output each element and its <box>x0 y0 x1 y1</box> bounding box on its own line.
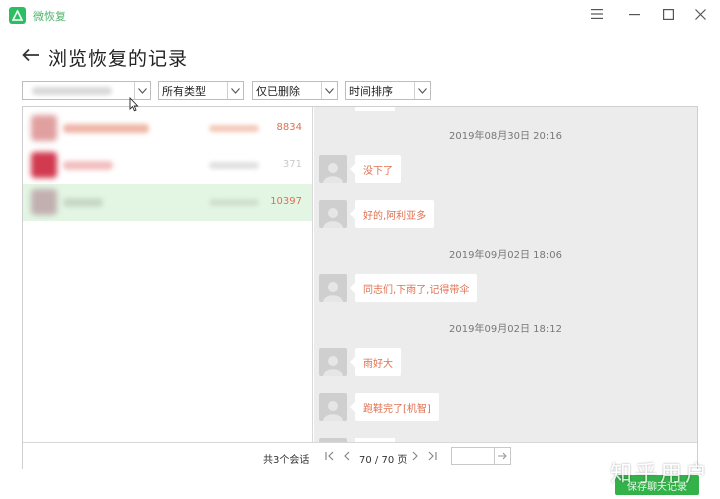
records-panel: 8834 371 10397 2019年08月30日 20:16 没下了 好的,… <box>22 106 698 469</box>
list-footer: 共3个会话 70 / 70 页 <box>23 442 697 469</box>
close-icon[interactable] <box>683 3 717 25</box>
back-button[interactable] <box>18 42 44 68</box>
avatar <box>319 274 347 302</box>
message-count: 371 <box>282 159 302 170</box>
message-timestamp: 2019年09月02日 18:06 <box>449 250 562 261</box>
conversation-item[interactable]: 8834 <box>23 110 312 147</box>
page-indicator: 70 / 70 页 <box>359 455 408 466</box>
go-arrow-icon[interactable] <box>495 447 511 465</box>
chevron-down-icon <box>321 82 337 99</box>
conversation-name <box>63 124 149 133</box>
prev-page-icon[interactable] <box>340 448 354 464</box>
conversation-total: 共3个会话 <box>263 455 310 466</box>
message-bubble: 好的,阿利亚多 <box>349 200 435 228</box>
conversation-name <box>63 198 103 207</box>
message-timestamp: 2019年08月30日 20:16 <box>449 131 562 142</box>
conversation-date <box>209 125 259 132</box>
conversation-item[interactable]: 10397 <box>23 184 312 221</box>
conversation-name <box>63 161 113 170</box>
hamburger-menu-icon[interactable] <box>580 3 614 25</box>
message-bubble-partial <box>355 107 395 111</box>
chat-history: 2019年08月30日 20:16 没下了 好的,阿利亚多 2019年09月02… <box>314 107 697 442</box>
sort-select-value: 时间排序 <box>349 84 393 98</box>
conversation-list: 8834 371 10397 <box>23 107 313 442</box>
message-bubble: 没下了 <box>350 155 401 183</box>
first-page-icon[interactable] <box>323 448 337 464</box>
conversation-date <box>209 199 259 206</box>
app-title: 微恢复 <box>33 10 66 23</box>
mouse-cursor-icon <box>129 97 139 112</box>
message-count: 10397 <box>270 196 302 207</box>
save-chat-button[interactable]: 保存聊天记录 <box>615 475 699 495</box>
next-page-icon[interactable] <box>408 448 422 464</box>
message-bubble: 跑鞋完了[机智] <box>350 393 439 421</box>
app-logo-icon <box>9 7 26 24</box>
chevron-down-icon <box>227 82 243 99</box>
deleted-filter-select[interactable]: 仅已删除 <box>252 81 338 100</box>
deleted-filter-value: 仅已删除 <box>256 84 300 98</box>
contact-select-value <box>32 86 112 95</box>
conversation-date <box>209 162 259 169</box>
arrow-left-icon <box>22 48 39 62</box>
minimize-icon[interactable] <box>617 3 651 25</box>
page-number-input[interactable] <box>451 447 495 465</box>
message-timestamp: 2019年09月02日 18:12 <box>449 324 562 335</box>
maximize-icon[interactable] <box>651 3 685 25</box>
avatar <box>319 393 347 421</box>
avatar <box>319 348 347 376</box>
avatar <box>31 189 57 215</box>
avatar <box>31 115 57 141</box>
message-count: 8834 <box>276 122 302 133</box>
avatar <box>319 200 347 228</box>
avatar <box>319 155 347 183</box>
type-select[interactable]: 所有类型 <box>158 81 244 100</box>
page-title: 浏览恢复的记录 <box>48 48 189 70</box>
avatar <box>31 152 57 178</box>
conversation-item[interactable]: 371 <box>23 147 312 184</box>
type-select-value: 所有类型 <box>162 84 206 98</box>
window-titlebar: 微恢复 <box>0 0 720 30</box>
message-bubble: 雨好大 <box>350 348 401 376</box>
sort-select[interactable]: 时间排序 <box>345 81 431 100</box>
message-bubble: 同志们,下雨了,记得带伞 <box>349 274 478 302</box>
last-page-icon[interactable] <box>425 448 439 464</box>
chevron-down-icon <box>414 82 430 99</box>
